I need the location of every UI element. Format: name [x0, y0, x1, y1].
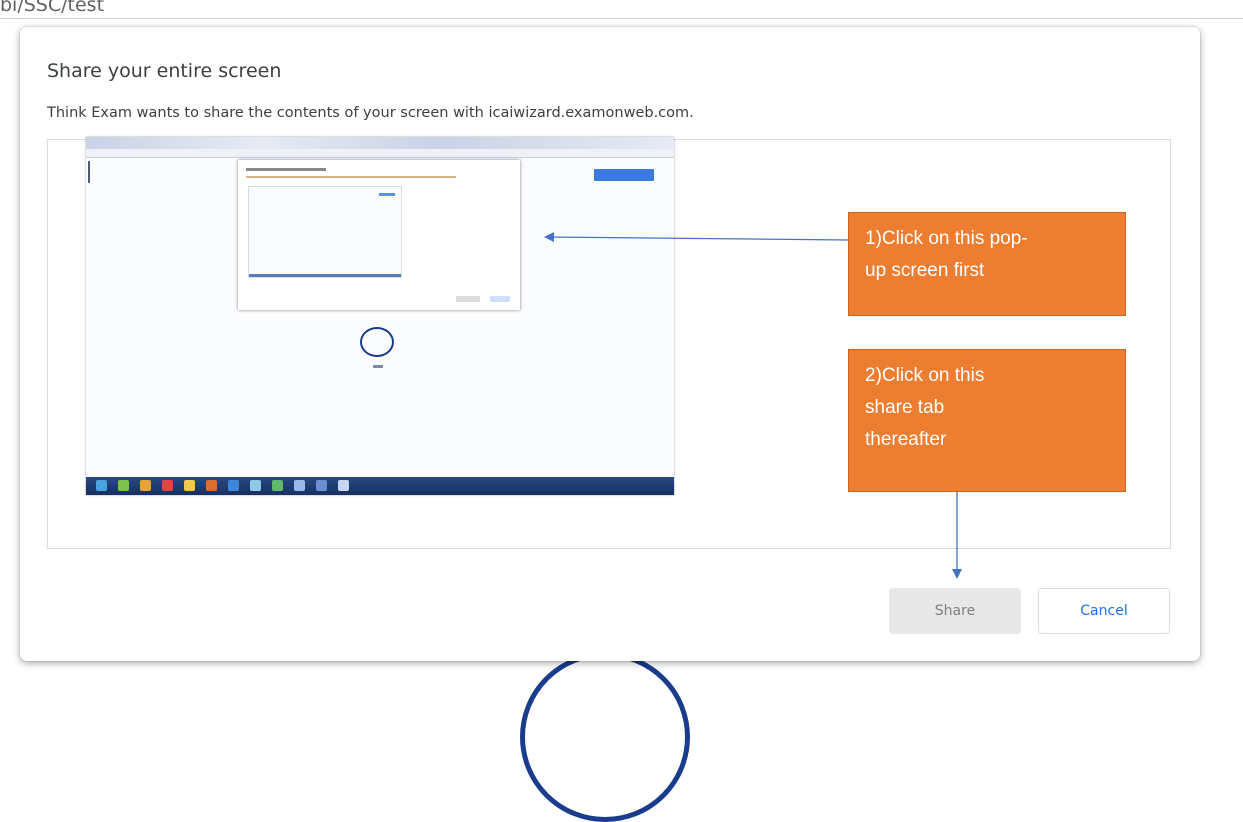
taskbar-icon [250, 480, 261, 491]
callout-2-line-1: 2)Click on this [865, 365, 985, 386]
taskbar-icon [140, 480, 151, 491]
screen-thumbnail[interactable] [86, 137, 674, 495]
browser-divider [0, 18, 1243, 19]
taskbar-icon [96, 480, 107, 491]
dialog-title: Share your entire screen [47, 60, 282, 82]
address-bar-url: bi/SSC/test [0, 0, 105, 16]
taskbar-icon [184, 480, 195, 491]
taskbar-icon [294, 480, 305, 491]
thumbnail-popup-preview-bar [249, 274, 401, 277]
thumbnail-address-bar [86, 149, 674, 158]
thumbnail-cursor [88, 161, 90, 183]
thumbnail-blue-button [594, 169, 654, 181]
cancel-button[interactable]: Cancel [1038, 588, 1170, 634]
taskbar-icon [206, 480, 217, 491]
taskbar-icon [316, 480, 327, 491]
thumbnail-popup-text [246, 176, 456, 178]
instruction-callout-1: 1)Click on this pop- up screen first [848, 212, 1126, 316]
taskbar-icon [228, 480, 239, 491]
thumbnail-popup-title [246, 168, 326, 171]
callout-1-line-2: up screen first [865, 260, 985, 281]
thumbnail-popup-preview-button [379, 193, 395, 196]
callout-2-line-2: share tab [865, 397, 945, 418]
dialog-subtitle: Think Exam wants to share the contents o… [47, 105, 694, 121]
taskbar-icon [162, 480, 173, 491]
thumbnail-popup-share [456, 296, 480, 302]
callout-1-line-1: 1)Click on this pop- [865, 228, 1028, 249]
taskbar-icon [338, 480, 349, 491]
taskbar-icon [118, 480, 129, 491]
thumbnail-logo-caption [373, 365, 383, 368]
thumbnail-popup-cancel [490, 296, 510, 302]
thumbnail-popup [238, 160, 520, 310]
callout-2-line-3: thereafter [865, 429, 947, 450]
thumbnail-logo [360, 327, 394, 357]
thumbnail-tab-strip [86, 137, 674, 149]
thumbnail-taskbar [86, 477, 674, 495]
share-button[interactable]: Share [889, 588, 1021, 634]
taskbar-icon [272, 480, 283, 491]
thumbnail-popup-preview [248, 186, 402, 278]
instruction-callout-2: 2)Click on this share tab thereafter [848, 349, 1126, 492]
